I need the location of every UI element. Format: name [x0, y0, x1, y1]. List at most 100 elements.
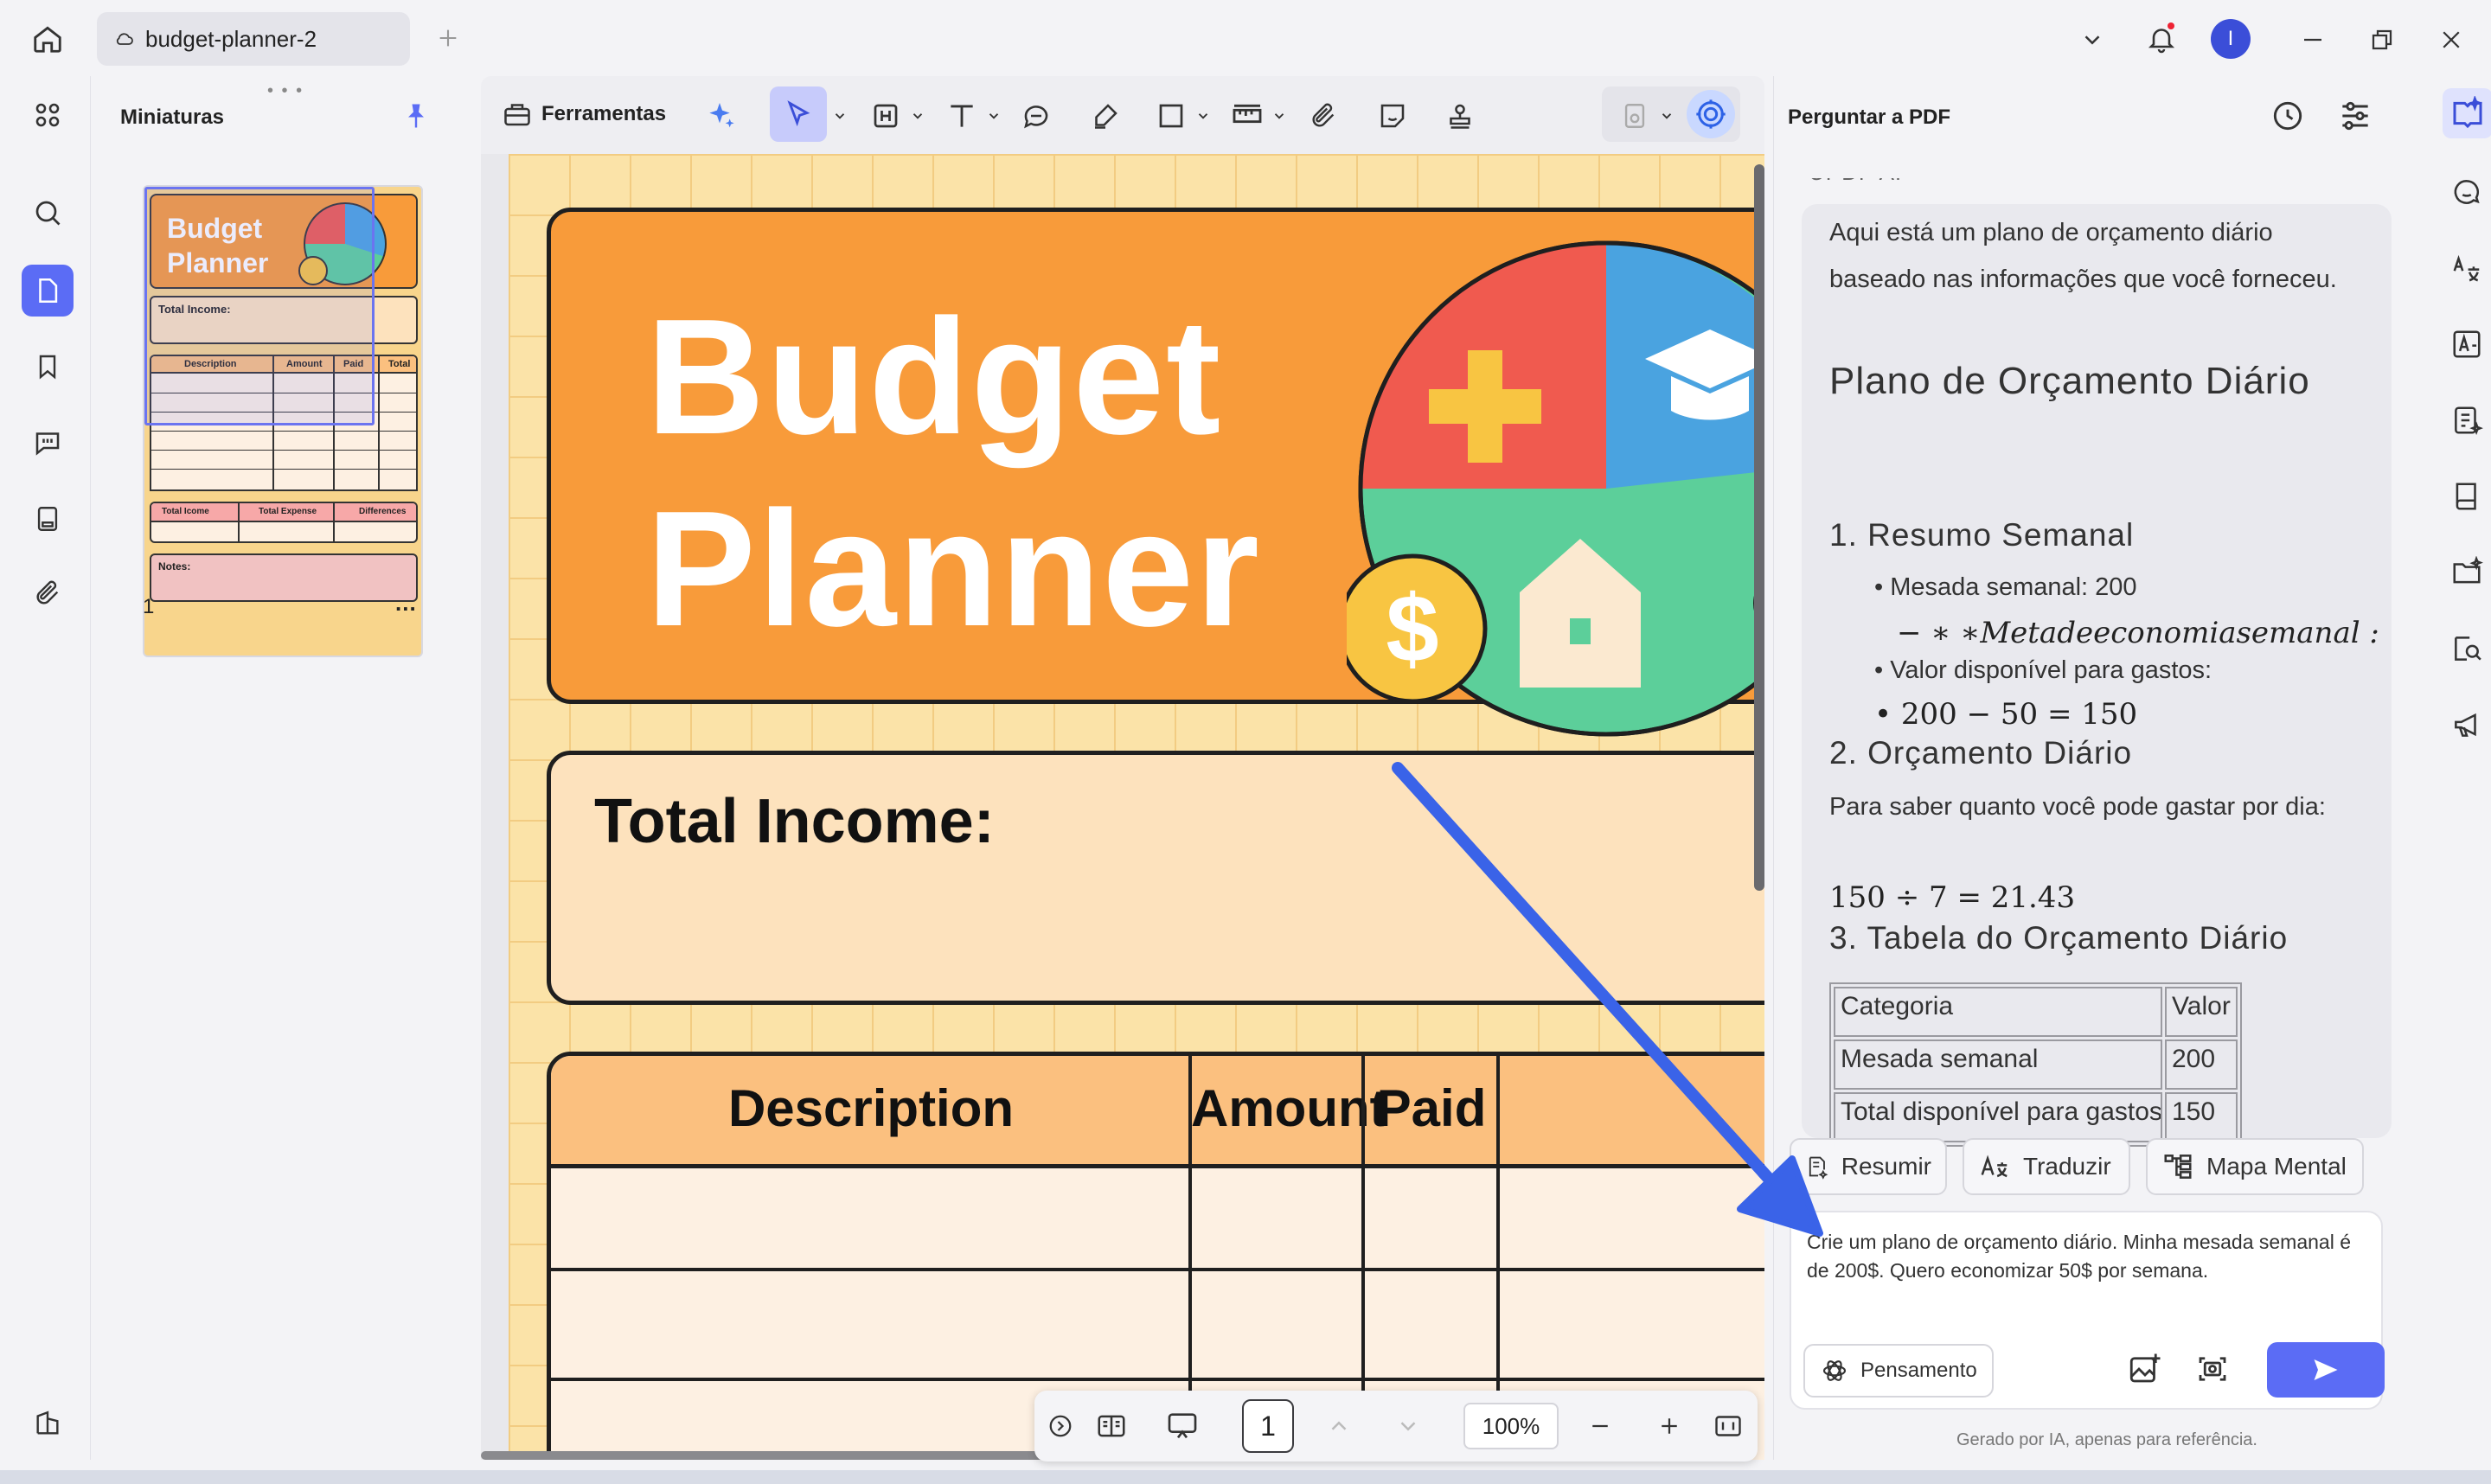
measure-tool-icon[interactable]	[1228, 97, 1266, 135]
document-viewport[interactable]: Budget Planner $ Total Income: Descripti…	[481, 154, 1764, 1460]
megaphone-icon[interactable]	[2448, 706, 2486, 744]
toolbox-icon	[504, 104, 530, 126]
table-cell: 150	[2165, 1092, 2238, 1142]
apps-grid-icon[interactable]	[22, 89, 74, 141]
right-rail	[2439, 76, 2491, 1460]
document-title: Budget Planner	[646, 285, 1261, 661]
home-icon[interactable]	[28, 19, 67, 59]
chevron-down-icon[interactable]	[2072, 21, 2112, 59]
comments-icon[interactable]	[22, 417, 74, 469]
prompt-input[interactable]: Crie um plano de orçamento diário. Minha…	[1807, 1228, 2378, 1285]
settings-sliders-icon[interactable]	[2336, 97, 2374, 135]
chevron-down-icon[interactable]	[981, 97, 1007, 135]
document-tab[interactable]: budget-planner-2	[97, 12, 410, 66]
text-tool-icon[interactable]	[943, 97, 981, 135]
search-icon[interactable]	[22, 187, 74, 239]
search-document-icon[interactable]	[2448, 630, 2486, 668]
expand-bar-icon[interactable]	[1043, 1407, 1078, 1445]
image-upload-icon[interactable]	[2127, 1351, 2163, 1387]
thumbnail-more-icon[interactable]: ...	[395, 590, 417, 617]
vertical-scrollbar[interactable]	[1754, 164, 1764, 891]
bullet-dot: •	[1874, 573, 1891, 601]
comment-tool-icon[interactable]	[1017, 97, 1055, 135]
ai-bullet-allowance: • Mesada semanal: 200	[1874, 564, 2137, 611]
header-paid: Paid	[1376, 1079, 1487, 1137]
ask-pdf-icon[interactable]	[2443, 88, 2491, 138]
close-icon[interactable]	[2432, 21, 2470, 59]
attach-tool-icon[interactable]	[1304, 97, 1342, 135]
ai-sender-label: UPDF AI	[1809, 178, 1902, 186]
summarize-button[interactable]: Resumir	[1790, 1138, 1947, 1195]
page-navigation-bar: 1 100%	[1034, 1391, 1758, 1462]
save-icon[interactable]	[1616, 97, 1654, 135]
ocr-icon[interactable]	[2448, 325, 2486, 363]
chevron-down-icon[interactable]	[1654, 97, 1680, 135]
thumbnails-icon[interactable]	[22, 265, 74, 317]
layers-icon[interactable]	[22, 1398, 74, 1449]
next-page-icon[interactable]	[1389, 1407, 1427, 1445]
chevron-down-icon[interactable]	[905, 97, 931, 135]
select-tool-button[interactable]	[770, 86, 827, 142]
budget-pie-illustration: $	[1347, 240, 1764, 737]
form-icon[interactable]	[22, 493, 74, 545]
thinking-toggle[interactable]: Pensamento	[1803, 1344, 1994, 1398]
thumbnail-viewport-selection[interactable]	[144, 187, 375, 425]
tools-button[interactable]: Ferramentas	[490, 86, 678, 142]
send-button[interactable]	[2267, 1342, 2385, 1398]
pin-icon[interactable]	[400, 100, 432, 131]
history-icon[interactable]	[2269, 97, 2307, 135]
thinking-label: Pensamento	[1860, 1359, 1977, 1382]
zoom-in-icon[interactable]	[1650, 1407, 1688, 1445]
mind-map-icon	[2164, 1155, 2192, 1179]
mind-map-button[interactable]: Mapa Mental	[2146, 1138, 2364, 1195]
sticker-tool-icon[interactable]	[1374, 97, 1412, 135]
chevron-down-icon[interactable]	[827, 97, 853, 135]
thumb-head-total: Total	[388, 359, 411, 369]
book-icon[interactable]	[2448, 477, 2486, 515]
screenshot-icon[interactable]	[2194, 1351, 2231, 1387]
thumbnails-panel: • • • Miniaturas Budget Planner Total In…	[90, 76, 471, 1460]
ai-chat-icon[interactable]	[2448, 173, 2486, 211]
pen-tool-icon[interactable]	[1086, 97, 1124, 135]
ai-prompt-composer[interactable]: Crie um plano de orçamento diário. Minha…	[1790, 1211, 2385, 1410]
reading-mode-icon[interactable]	[1090, 1407, 1133, 1445]
previous-page-icon[interactable]	[1320, 1407, 1358, 1445]
restore-icon[interactable]	[2363, 21, 2401, 59]
folder-ai-icon[interactable]	[2448, 553, 2486, 592]
highlight-tool-icon[interactable]	[867, 97, 905, 135]
ai-conversation[interactable]: UPDF AI Aqui está um plano de orçamento …	[1774, 178, 2440, 1171]
ai-assistant-icon[interactable]	[1687, 90, 1735, 138]
translate-icon[interactable]	[2448, 249, 2486, 287]
bookmark-icon[interactable]	[22, 341, 74, 393]
zoom-out-icon[interactable]	[1581, 1407, 1619, 1445]
ai-bullet-2: Valor disponível para gastos:	[1890, 656, 2212, 684]
actual-size-icon[interactable]	[1709, 1407, 1747, 1445]
ai-chat-panel: Perguntar a PDF UPDF AI Aqui está um pla…	[1773, 76, 2439, 1460]
minimize-icon[interactable]	[2294, 21, 2332, 59]
income-label: Total Income:	[594, 787, 995, 856]
page-number-input[interactable]: 1	[1242, 1399, 1294, 1453]
summarize-label: Resumir	[1841, 1153, 1931, 1180]
user-avatar[interactable]: I	[2211, 19, 2251, 59]
stamp-tool-icon[interactable]	[1441, 97, 1479, 135]
income-section: Total Income:	[547, 751, 1764, 1005]
summary-icon[interactable]	[2448, 401, 2486, 439]
panel-drag-handle[interactable]: • • •	[267, 81, 304, 101]
ai-intro-text: Aqui está um plano de orçamento diário b…	[1829, 219, 2337, 293]
chevron-down-icon[interactable]	[1266, 97, 1292, 135]
translate-button[interactable]: Traduzir	[1963, 1138, 2130, 1195]
new-tab-icon[interactable]	[431, 21, 465, 55]
attachment-icon[interactable]	[22, 567, 74, 619]
header-amount: Amount	[1191, 1079, 1387, 1137]
thumb-hline	[151, 469, 416, 470]
ai-sparkle-icon[interactable]	[701, 97, 739, 135]
presentation-icon[interactable]	[1161, 1407, 1204, 1445]
table-row: Categoria Valor	[1834, 987, 2238, 1037]
editor-toolbar: Ferramentas	[481, 76, 1764, 154]
chevron-down-icon[interactable]	[1190, 97, 1216, 135]
send-icon	[2314, 1359, 2338, 1380]
notification-bell-icon[interactable]	[2142, 19, 2181, 59]
thumb-total-expense: Total Expense	[259, 507, 317, 516]
zoom-level[interactable]: 100%	[1463, 1403, 1559, 1449]
shape-tool-icon[interactable]	[1152, 97, 1190, 135]
